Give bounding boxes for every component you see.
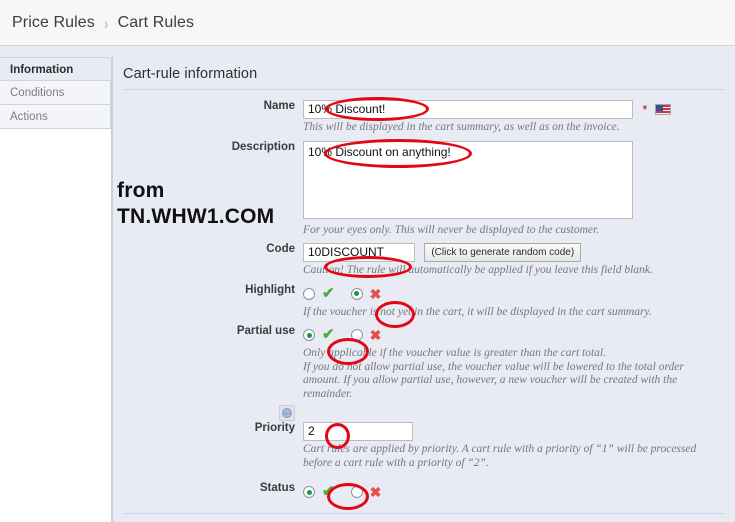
highlight-label: Highlight — [245, 283, 295, 296]
priority-label: Priority — [254, 422, 295, 434]
partial-use-label: Partial use — [236, 325, 295, 337]
highlight-hint: If the voucher is not yet in the cart, i… — [303, 305, 652, 318]
name-hint: This will be displayed in the cart summa… — [303, 121, 620, 133]
name-label: Name — [263, 100, 295, 112]
form-row-code: Code (Click to generate random code) Cau… — [113, 243, 735, 284]
tab-column: Information Conditions Actions — [0, 57, 112, 522]
priority-label-cell: Priority — [113, 405, 303, 434]
partial-use-radio-group: ✔ ✖ — [303, 325, 735, 345]
breadcrumb-bar: Price Rules › Cart Rules — [0, 0, 735, 46]
breadcrumb-parent-link[interactable]: Price Rules — [12, 14, 95, 32]
priority-input[interactable] — [303, 422, 413, 441]
form-row-status: Status ✔ ✖ — [113, 482, 735, 502]
cross-icon: ✖ — [369, 327, 382, 343]
form-row-name: Name * This will be displayed in the car… — [113, 100, 735, 141]
form-row-highlight: Highlight ✔ ✖ If the voucher is not yet … — [113, 284, 735, 326]
panel-bottom-divider — [123, 513, 725, 514]
form-row-partial-use: Partial use ✔ ✖ Only applicable if the v… — [113, 325, 735, 407]
name-input[interactable] — [303, 100, 633, 119]
partial-use-hint: Only applicable if the voucher value is … — [303, 347, 684, 400]
form-row-description: Description 10% Discount on anything! Fo… — [113, 140, 735, 244]
code-input[interactable] — [303, 243, 415, 262]
status-no-radio[interactable] — [350, 486, 363, 498]
tab-conditions[interactable]: Conditions — [0, 81, 111, 105]
description-hint: For your eyes only. This will never be d… — [303, 223, 600, 236]
us-flag-icon[interactable] — [654, 104, 671, 116]
description-textarea[interactable]: 10% Discount on anything! — [303, 140, 633, 219]
status-label: Status — [259, 482, 295, 494]
breadcrumb-current: Cart Rules — [117, 13, 195, 31]
highlight-yes-radio[interactable] — [303, 287, 315, 300]
partial-use-yes-radio[interactable] — [303, 329, 315, 341]
generate-random-code-button[interactable]: (Click to generate random code) — [424, 243, 582, 262]
partial-use-no-option[interactable]: ✖ — [350, 327, 382, 343]
tab-actions[interactable]: Actions — [0, 105, 111, 129]
cart-rule-form: Name * This will be displayed in the car… — [113, 90, 735, 502]
cart-rule-information-panel: Cart-rule information Name * This will b… — [112, 57, 735, 522]
highlight-no-radio[interactable] — [350, 287, 363, 300]
code-label: Code — [266, 243, 295, 255]
highlight-yes-option[interactable]: ✔ — [303, 284, 335, 302]
panel-title: Cart-rule information — [123, 66, 258, 82]
check-icon: ✔ — [322, 284, 335, 302]
tab-information[interactable]: Information — [0, 57, 111, 81]
highlight-no-option[interactable]: ✖ — [350, 285, 382, 302]
status-yes-radio[interactable] — [303, 486, 315, 498]
partial-use-yes-option[interactable]: ✔ — [303, 326, 335, 343]
cross-icon: ✖ — [369, 285, 382, 302]
highlight-radio-group: ✔ ✖ — [303, 284, 735, 304]
name-required-asterisk: * — [642, 102, 648, 118]
form-row-priority: Priority Cart rules are applied by prior… — [113, 405, 735, 476]
status-yes-option[interactable]: ✔ — [303, 483, 335, 500]
check-icon: ✔ — [322, 483, 335, 500]
status-no-option[interactable]: ✖ — [350, 484, 382, 500]
breadcrumb-chevron-icon: › — [103, 13, 109, 32]
code-hint: Caution! The rule will automatically be … — [303, 264, 653, 276]
cross-icon: ✖ — [369, 484, 382, 500]
check-icon: ✔ — [322, 326, 335, 343]
status-radio-group: ✔ ✖ — [303, 482, 735, 502]
priority-hint: Cart rules are applied by priority. A ca… — [303, 443, 697, 469]
partial-use-no-radio[interactable] — [350, 329, 363, 341]
description-label: Description — [231, 140, 295, 153]
globe-icon[interactable] — [279, 405, 295, 421]
